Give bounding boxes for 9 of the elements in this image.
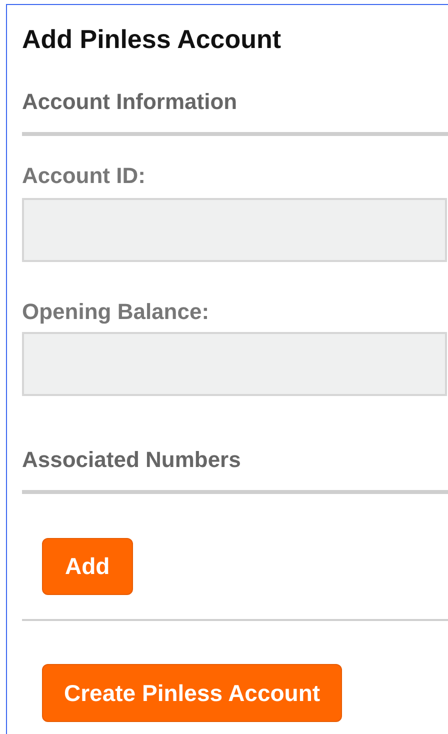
create-account-button[interactable]: Create Pinless Account bbox=[42, 664, 342, 722]
add-button[interactable]: Add bbox=[42, 538, 133, 595]
input-field[interactable] bbox=[22, 198, 447, 262]
input-field[interactable] bbox=[22, 332, 447, 396]
page-title: Add Pinless Account bbox=[22, 24, 282, 54]
field-label: Opening Balance: bbox=[22, 298, 210, 326]
section-heading: Account Information bbox=[22, 88, 238, 116]
field-label: Account ID: bbox=[22, 162, 146, 190]
section-heading: Associated Numbers bbox=[22, 446, 242, 474]
